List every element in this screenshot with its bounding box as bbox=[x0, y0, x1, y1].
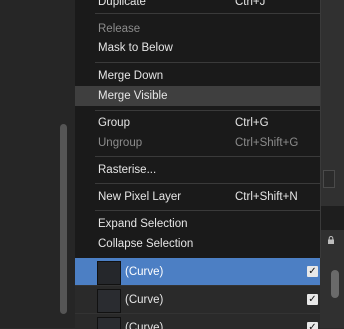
menu-separator bbox=[95, 110, 320, 111]
menu-item-merge-visible[interactable]: Merge Visible bbox=[75, 86, 320, 106]
layer-row[interactable]: (Curve) ✓ bbox=[75, 258, 320, 286]
menu-item-duplicate[interactable]: Duplicate Ctrl+J bbox=[75, 0, 320, 12]
menu-separator bbox=[95, 183, 320, 184]
menu-item-label: Merge Down bbox=[98, 70, 164, 82]
menu-item-mask-to-below[interactable]: Mask to Below bbox=[75, 38, 320, 58]
layer-name: (Curve) bbox=[125, 294, 164, 306]
menu-item-shortcut: Ctrl+G bbox=[235, 117, 269, 129]
menu-item-label: New Pixel Layer bbox=[98, 191, 182, 203]
menu-item-label: Duplicate bbox=[98, 0, 146, 8]
layer-row[interactable]: (Curve) ✓ bbox=[75, 285, 320, 314]
menu-item-shortcut: Ctrl+Shift+G bbox=[235, 137, 299, 149]
menu-item-label: Group bbox=[98, 117, 130, 129]
menu-item-rasterise[interactable]: Rasterise... bbox=[75, 160, 320, 180]
menu-item-collapse-selection[interactable]: Collapse Selection bbox=[75, 234, 320, 254]
visibility-checkbox[interactable]: ✓ bbox=[307, 294, 318, 305]
menu-item-label: Expand Selection bbox=[98, 218, 188, 230]
menu-item-new-pixel-layer[interactable]: New Pixel Layer Ctrl+Shift+N bbox=[75, 187, 320, 207]
layer-name: (Curve) bbox=[125, 322, 164, 329]
left-scrollbar[interactable] bbox=[60, 124, 67, 314]
menu-separator bbox=[95, 13, 320, 14]
layer-thumbnail bbox=[97, 289, 121, 313]
layers-scrollbar[interactable] bbox=[331, 270, 339, 298]
menu-item-label: Release bbox=[98, 23, 141, 35]
panel-control[interactable] bbox=[323, 170, 335, 188]
menu-separator bbox=[95, 210, 320, 211]
menu-item-release[interactable]: Release bbox=[75, 19, 320, 39]
panel-strip bbox=[320, 206, 344, 230]
menu-item-merge-down[interactable]: Merge Down bbox=[75, 66, 320, 86]
menu-item-shortcut: Ctrl+J bbox=[235, 0, 266, 8]
layer-thumbnail bbox=[97, 261, 121, 285]
menu-item-expand-selection[interactable]: Expand Selection bbox=[75, 214, 320, 234]
lock-icon[interactable] bbox=[327, 236, 335, 244]
menu-separator bbox=[95, 62, 320, 63]
menu-item-label: Merge Visible bbox=[98, 90, 168, 102]
visibility-checkbox[interactable]: ✓ bbox=[307, 266, 318, 277]
menu-item-label: Collapse Selection bbox=[98, 238, 194, 250]
layer-row[interactable]: (Curve) ✓ bbox=[75, 313, 320, 329]
menu-item-label: Mask to Below bbox=[98, 42, 173, 54]
menu-item-label: Ungroup bbox=[98, 137, 143, 149]
menu-item-shortcut: Ctrl+Shift+N bbox=[235, 191, 298, 203]
menu-item-ungroup[interactable]: Ungroup Ctrl+Shift+G bbox=[75, 133, 320, 153]
layer-name: (Curve) bbox=[125, 266, 164, 278]
layer-thumbnail bbox=[97, 317, 121, 329]
menu-item-label: Rasterise... bbox=[98, 164, 157, 176]
menu-item-group[interactable]: Group Ctrl+G bbox=[75, 113, 320, 133]
menu-separator bbox=[95, 156, 320, 157]
context-menu: Duplicate Ctrl+J Release Mask to Below M… bbox=[75, 0, 321, 258]
